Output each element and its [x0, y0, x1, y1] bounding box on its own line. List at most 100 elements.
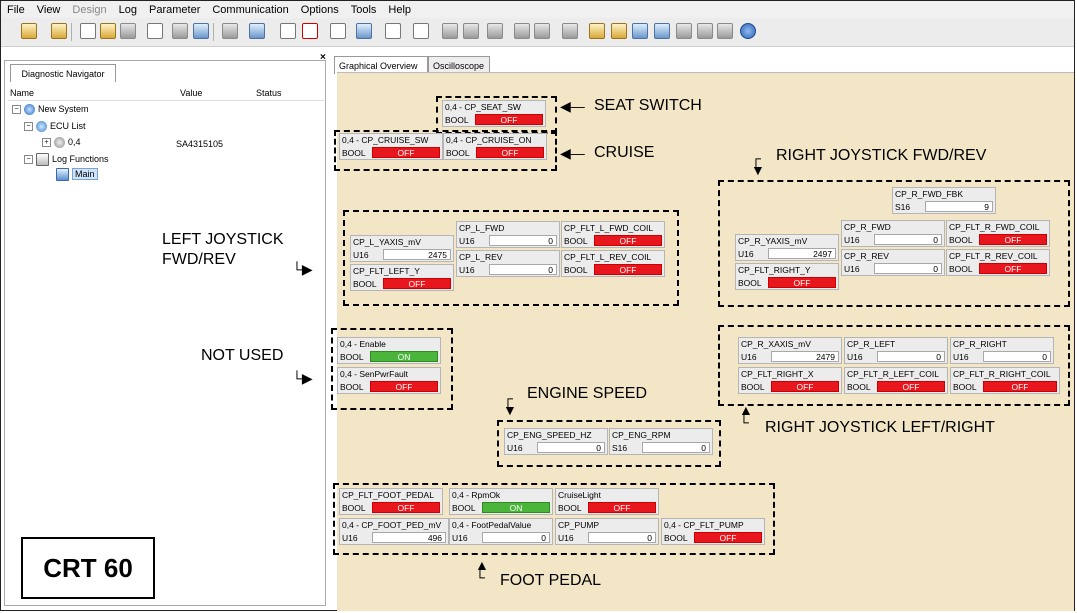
value-field: 0: [877, 351, 945, 362]
menu-parameter[interactable]: Parameter: [143, 4, 206, 16]
paste-icon[interactable]: [463, 23, 479, 39]
menu-file[interactable]: File: [1, 4, 31, 16]
label-foot-pedal: FOOT PEDAL: [500, 572, 602, 589]
widget-cp-flt-l-fwd-coil: CP_FLT_L_FWD_COIL BOOL OFF: [561, 221, 665, 248]
menu-help[interactable]: Help: [382, 4, 417, 16]
layout-icon[interactable]: [249, 23, 265, 39]
value-field: 2479: [771, 351, 839, 362]
widget-cruiselight: CruiseLight BOOL OFF: [555, 488, 659, 515]
up-arrow-icon: ▲ └: [739, 402, 753, 430]
widget-cp-l-rev: CP_L_REV U16 0: [456, 250, 560, 277]
tree-item-new-system[interactable]: − New System: [12, 104, 89, 116]
widget-cp-flt-r-rev-coil: CP_FLT_R_REV_COIL BOOL OFF: [946, 249, 1050, 276]
widget-cp-seat-sw: 0,4 - CP_SEAT_SW BOOL OFF: [442, 100, 546, 127]
tree-item-ecu-list[interactable]: − ECU List: [24, 121, 86, 133]
value-field: OFF: [979, 263, 1047, 274]
copy-icon[interactable]: [442, 23, 458, 39]
value-field: OFF: [694, 532, 762, 543]
column-status[interactable]: Status: [256, 88, 282, 98]
save-icon[interactable]: [120, 23, 136, 39]
column-value[interactable]: Value: [180, 88, 202, 98]
download-icon[interactable]: [413, 23, 429, 39]
widget-cp-flt-r-fwd-coil: CP_FLT_R_FWD_COIL BOOL OFF: [946, 220, 1050, 247]
close-icon[interactable]: ×: [320, 52, 326, 63]
script3-icon[interactable]: [632, 23, 648, 39]
tree-item-log-functions[interactable]: − Log Functions: [24, 153, 109, 166]
label-not-used: NOT USED: [201, 347, 284, 364]
widget-cp-l-fwd: CP_L_FWD U16 0: [456, 221, 560, 248]
lock-icon[interactable]: [487, 23, 503, 39]
script6-icon[interactable]: [697, 23, 713, 39]
widget-cp-pump: CP_PUMP U16 0: [555, 518, 659, 545]
stop-icon[interactable]: [302, 23, 318, 39]
play-icon[interactable]: [280, 23, 296, 39]
widget-cp-flt-r-right-coil: CP_FLT_R_RIGHT_COIL BOOL OFF: [950, 367, 1060, 394]
menu-design[interactable]: Design: [66, 4, 112, 16]
upload-icon[interactable]: [385, 23, 401, 39]
script4-icon[interactable]: [654, 23, 670, 39]
ecu-value: SA4315105: [176, 139, 224, 149]
value-field: 2475: [383, 249, 451, 260]
widget-cp-r-fwd: CP_R_FWD U16 0: [841, 220, 945, 247]
right-arrow-icon: └▶: [292, 370, 313, 386]
tool-icon[interactable]: [172, 23, 188, 39]
widget-cp-foot-ped-mv: 0,4 - CP_FOOT_PED_mV U16 496: [339, 518, 449, 545]
new-file-icon[interactable]: [80, 23, 96, 39]
search-device-icon[interactable]: [21, 23, 37, 39]
grid-icon[interactable]: [356, 23, 372, 39]
menu-view[interactable]: View: [31, 4, 67, 16]
collapse-icon[interactable]: −: [24, 122, 33, 132]
menu-options[interactable]: Options: [295, 4, 345, 16]
menu-communication[interactable]: Communication: [206, 4, 294, 16]
widget-cp-cruise-sw: 0,4 - CP_CRUISE_SW BOOL OFF: [339, 133, 443, 160]
menu-log[interactable]: Log: [113, 4, 143, 16]
widget-senpwrfault: 0,4 - SenPwrFault BOOL OFF: [337, 367, 441, 394]
page2-icon[interactable]: [534, 23, 550, 39]
widget-cp-flt-l-rev-coil: CP_FLT_L_REV_COIL BOOL OFF: [561, 250, 665, 277]
widget-cp-flt-left-y: CP_FLT_LEFT_Y BOOL OFF: [350, 264, 454, 291]
zoom-icon[interactable]: [222, 23, 238, 39]
value-field: 0: [642, 442, 710, 453]
settings-icon[interactable]: [193, 23, 209, 39]
widget-cp-l-yaxis-mv: CP_L_YAXIS_mV U16 2475: [350, 235, 454, 262]
document-icon[interactable]: [562, 23, 578, 39]
crt-badge: CRT 60: [21, 537, 155, 599]
widget-cp-flt-foot-pedal: CP_FLT_FOOT_PEDAL BOOL OFF: [339, 488, 443, 515]
connect-icon[interactable]: [51, 23, 67, 39]
label-right-joystick-fwd-rev: RIGHT JOYSTICK FWD/REV: [776, 147, 987, 164]
value-field: OFF: [594, 235, 662, 246]
page-icon[interactable]: [514, 23, 530, 39]
toolbar: [1, 18, 1074, 47]
open-folder-icon[interactable]: [100, 23, 116, 39]
column-name[interactable]: Name: [10, 88, 34, 98]
ecu-icon: [54, 137, 65, 149]
collapse-icon[interactable]: −: [12, 105, 21, 115]
menu-tools[interactable]: Tools: [345, 4, 383, 16]
navigator-header: Name Value Status: [8, 86, 324, 101]
value-field: OFF: [476, 147, 544, 158]
widget-cp-r-rev: CP_R_REV U16 0: [841, 249, 945, 276]
widget-cp-r-right: CP_R_RIGHT U16 0: [950, 337, 1054, 364]
edit-icon[interactable]: [147, 23, 163, 39]
help-icon[interactable]: [740, 23, 756, 39]
label-left-joystick-fwd-rev: FWD/REV: [162, 251, 236, 268]
script2-icon[interactable]: [611, 23, 627, 39]
expand-icon[interactable]: +: [42, 138, 51, 148]
script5-icon[interactable]: [676, 23, 692, 39]
left-arrow-icon: ◀—: [560, 145, 585, 161]
right-arrow-icon: └▶: [292, 261, 313, 277]
value-field: OFF: [475, 114, 543, 125]
tab-diagnostic-navigator[interactable]: Diagnostic Navigator: [10, 64, 116, 82]
tree-item-ecu[interactable]: +0,4: [42, 137, 81, 149]
up-arrow-icon: ▲ └: [475, 557, 489, 585]
value-field: 496: [372, 532, 446, 543]
collapse-icon[interactable]: −: [24, 155, 33, 164]
widget-cp-r-fwd-fbk: CP_R_FWD_FBK S16 9: [892, 187, 996, 214]
value-field: OFF: [979, 234, 1047, 245]
script-icon[interactable]: [589, 23, 605, 39]
widget-cp-eng-rpm: CP_ENG_RPM S16 0: [609, 428, 713, 455]
value-field: ON: [482, 502, 550, 513]
script7-icon[interactable]: [717, 23, 733, 39]
tree-item-main[interactable]: Main: [56, 167, 98, 181]
refresh-icon[interactable]: [330, 23, 346, 39]
